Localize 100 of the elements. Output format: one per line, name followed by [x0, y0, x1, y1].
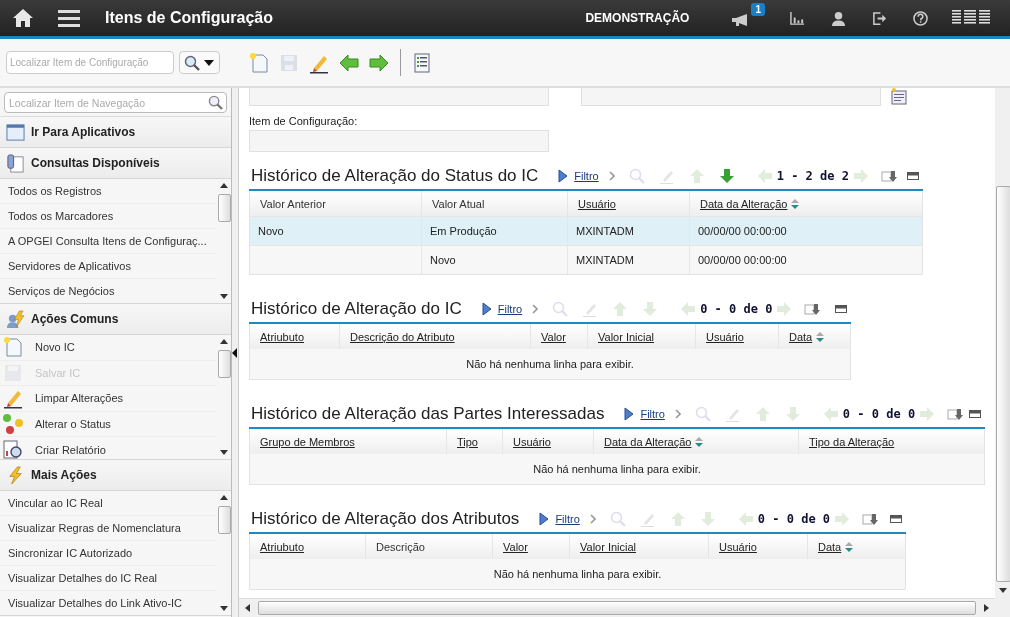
column-header[interactable]: Descrição do Atributo — [350, 330, 455, 343]
menu-icon[interactable] — [58, 9, 80, 27]
column-header[interactable]: Data — [818, 540, 842, 553]
chevron-icon[interactable] — [589, 513, 596, 524]
scroll-down-icon[interactable] — [220, 294, 228, 299]
column-header[interactable]: Data da Alteração — [604, 435, 692, 448]
table-cell: MXINTADM — [576, 254, 634, 266]
column-header[interactable]: Grupo de Membros — [260, 435, 355, 448]
down-arrow-icon[interactable] — [718, 167, 735, 184]
column-header[interactable]: Usuário — [578, 197, 616, 210]
megaphone-icon[interactable] — [731, 13, 750, 27]
splitter-handle[interactable] — [232, 88, 239, 617]
vertical-scrollbar[interactable] — [995, 88, 1010, 617]
column-header[interactable]: Valor Inicial — [580, 540, 637, 553]
user-icon[interactable] — [831, 10, 846, 26]
minimize-icon[interactable] — [969, 409, 981, 418]
search-options-button[interactable] — [179, 51, 220, 74]
scroll-down-icon[interactable] — [220, 450, 228, 455]
input-field[interactable] — [249, 130, 549, 152]
sort-icon[interactable] — [816, 331, 825, 342]
scroll-down-icon[interactable] — [220, 606, 228, 611]
scroll-up-icon[interactable] — [220, 495, 228, 500]
minimize-icon[interactable] — [835, 304, 847, 313]
scroll-up-icon[interactable] — [220, 339, 228, 344]
sidebar-link[interactable]: Visualizar Regras de Nomenclatura — [0, 516, 217, 541]
play-icon[interactable] — [624, 406, 635, 421]
column-header[interactable]: Valor Inicial — [598, 330, 655, 343]
filter-link[interactable]: Filtro — [640, 407, 665, 420]
table-row[interactable]: Novo MXINTADM 00/00/00 00:00:00 — [250, 245, 922, 274]
sidebar-link[interactable]: Todos os Marcadores — [0, 204, 217, 229]
input-field[interactable] — [249, 88, 549, 106]
sidebar-link[interactable]: A OPGEI Consulta Itens de Configuraç... — [0, 229, 217, 254]
chevron-icon[interactable] — [608, 170, 615, 181]
home-icon[interactable] — [12, 8, 34, 28]
collapse-arrow-icon[interactable] — [232, 347, 237, 358]
column-header[interactable]: Valor — [541, 330, 566, 343]
filter-link[interactable]: Filtro — [497, 302, 523, 315]
empty-message: Não há nenhuma linha para exibir. — [466, 358, 634, 370]
pagination-count: 1 - 2 de 2 — [776, 168, 849, 183]
caret-icon — [204, 59, 214, 66]
minimize-icon[interactable] — [907, 171, 919, 180]
filter-link[interactable]: Filtro — [555, 512, 580, 525]
table-cell: 00/00/00 00:00:00 — [698, 225, 787, 237]
column-header[interactable]: Usuário — [513, 435, 551, 448]
column-header[interactable]: Data da Alteração — [700, 197, 788, 210]
chevron-icon[interactable] — [674, 408, 681, 419]
pagination-count: 0 - 0 de 0 — [757, 511, 831, 526]
sidebar-link[interactable]: Alterar o Status — [0, 411, 217, 438]
minimize-icon[interactable] — [890, 514, 902, 523]
column-header: Valor Atual — [432, 197, 485, 210]
sort-icon[interactable] — [791, 198, 800, 209]
sidebar-link[interactable]: Vincular ao IC Real — [0, 491, 217, 516]
scrollbar-thumb[interactable] — [217, 506, 231, 534]
window-icon — [6, 122, 25, 142]
logout-icon[interactable] — [872, 10, 887, 26]
scroll-down-icon[interactable] — [999, 588, 1007, 593]
sort-icon[interactable] — [695, 436, 704, 447]
app-title: Itens de Configuração — [105, 9, 274, 27]
horizontal-scrollbar[interactable] — [239, 598, 995, 617]
table-cell: Novo — [258, 225, 284, 237]
column-header[interactable]: Usuário — [706, 330, 744, 343]
notification-badge: 1 — [751, 3, 765, 16]
table-row[interactable]: Novo Em Produção MXINTADM 00/00/00 00:00:00 — [250, 216, 922, 245]
column-header[interactable]: Data — [789, 330, 813, 343]
colored-balls-icon — [2, 413, 24, 436]
navigation-search-field[interactable]: Localizar Item de Navegação — [4, 92, 227, 113]
search-field[interactable]: Localizar Item de Configuração — [6, 51, 174, 74]
play-icon[interactable] — [558, 168, 569, 183]
sidebar-link[interactable]: Sincronizar IC Autorizado — [0, 541, 217, 566]
sort-icon[interactable] — [845, 541, 854, 552]
environment-label: DEMONSTRAÇÃO — [585, 11, 690, 25]
help-icon[interactable] — [913, 10, 928, 26]
scrollbar-thumb[interactable] — [217, 194, 231, 222]
list-icon[interactable] — [411, 51, 433, 74]
sidebar-link[interactable]: Novo IC — [0, 335, 217, 361]
chevron-icon[interactable] — [532, 303, 539, 314]
notepad-icon[interactable] — [890, 88, 908, 106]
field-label: Item de Configuração: — [249, 115, 359, 127]
column-header[interactable]: Tipo — [457, 435, 478, 448]
sidebar-link[interactable]: Limpar Alterações — [0, 386, 217, 412]
sidebar-link[interactable]: Visualizar Detalhes do IC Real — [0, 566, 217, 591]
column-header[interactable]: Usuário — [719, 540, 757, 553]
play-icon[interactable] — [481, 301, 492, 316]
scroll-left-icon[interactable] — [245, 604, 250, 612]
scroll-right-icon[interactable] — [984, 604, 989, 612]
filter-link[interactable]: Filtro — [574, 169, 599, 182]
input-field[interactable] — [581, 88, 881, 106]
sidebar-link[interactable]: Servidores de Aplicativos — [0, 254, 217, 279]
column-header[interactable]: Tipo da Alteração — [809, 435, 895, 448]
pagination-count: 0 - 0 de 0 — [842, 406, 916, 421]
scroll-up-icon[interactable] — [220, 183, 228, 188]
scrollbar-thumb[interactable] — [217, 350, 231, 378]
column-header[interactable]: Atriubuto — [260, 540, 305, 553]
sidebar-link[interactable]: Visualizar Detalhes do Link Ativo-IC — [0, 591, 217, 615]
bar-chart-icon[interactable] — [790, 10, 805, 26]
column-header[interactable]: Atriubuto — [260, 330, 305, 343]
play-icon[interactable] — [539, 511, 550, 526]
search-icon[interactable] — [208, 95, 223, 110]
sidebar-link[interactable]: Todos os Registros — [0, 179, 217, 204]
column-header[interactable]: Valor — [503, 540, 528, 553]
